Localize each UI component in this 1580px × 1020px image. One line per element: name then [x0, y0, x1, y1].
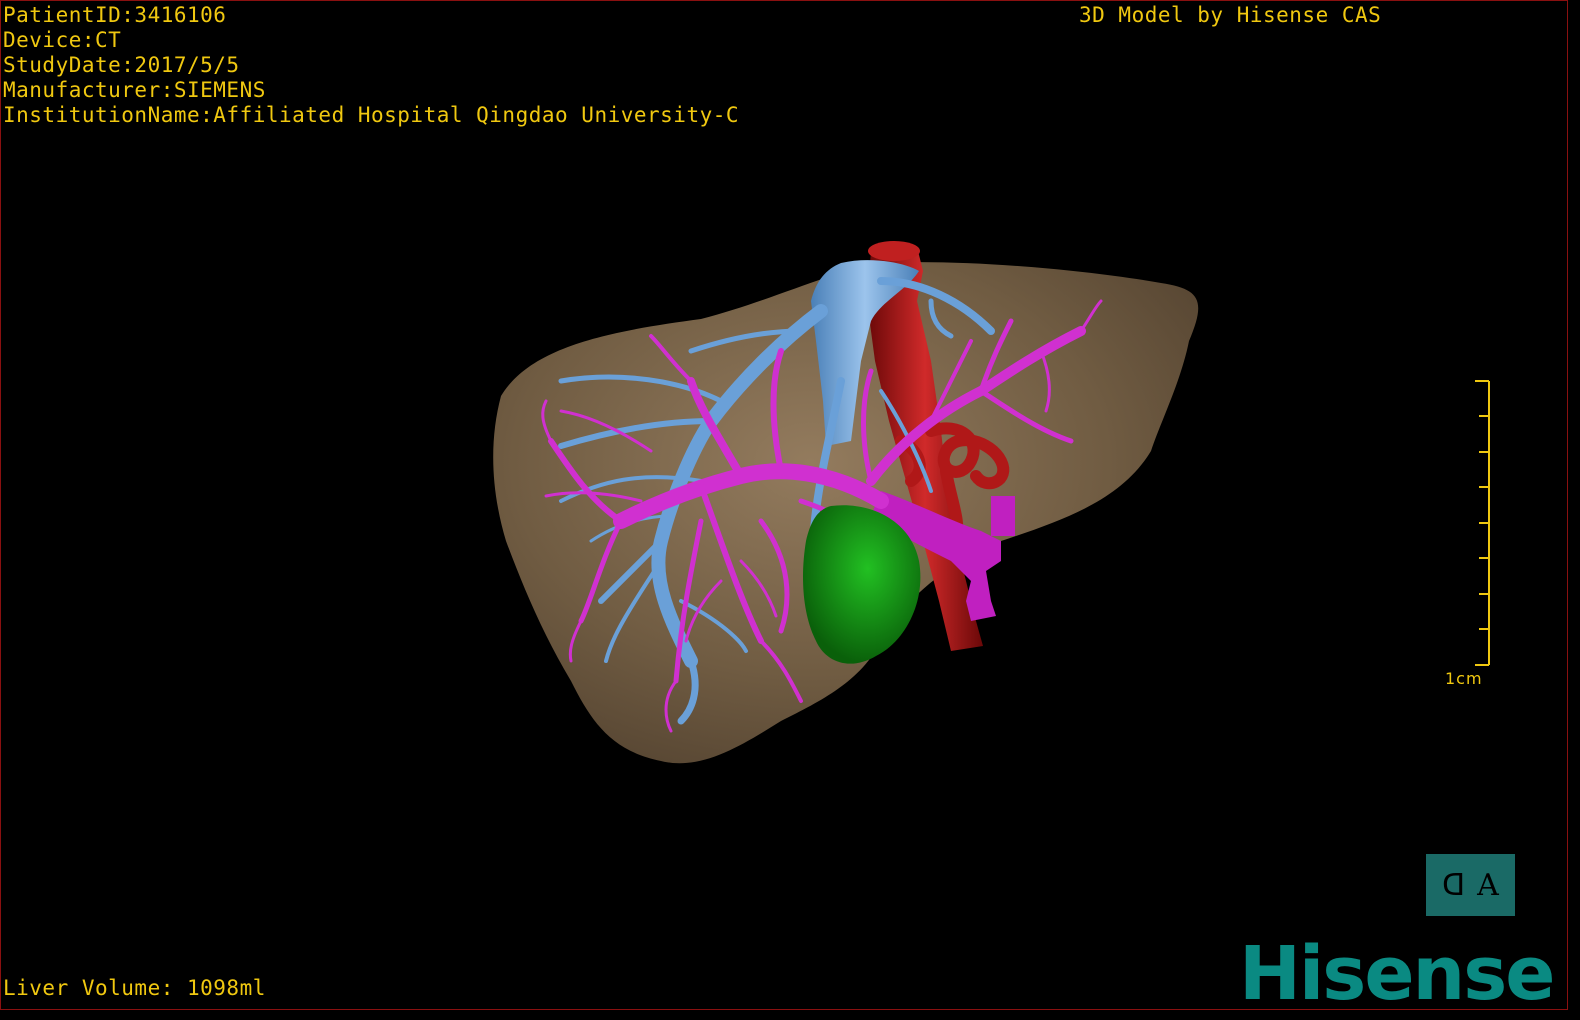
patient-id: PatientID:3416106	[3, 3, 227, 27]
brand-logo: Hisense	[1239, 931, 1555, 1010]
manufacturer: Manufacturer:SIEMENS	[3, 78, 266, 102]
scale-label: 1cm	[1445, 669, 1483, 688]
orientation-right-glyph: A	[1477, 867, 1499, 903]
portal-vein-stub	[991, 496, 1015, 536]
liver-3d-model[interactable]	[1, 1, 1567, 1009]
orientation-cube-icon[interactable]: ᗡ A	[1426, 854, 1515, 916]
liver-volume-readout: Liver Volume: 1098ml	[3, 976, 266, 1000]
study-date: StudyDate:2017/5/5	[3, 53, 240, 77]
institution-name: InstitutionName:Affiliated Hospital Qing…	[3, 103, 740, 127]
dicom-info-overlay: PatientID:3416106 Device:CT StudyDate:20…	[3, 3, 739, 128]
aorta-top	[868, 241, 920, 261]
orientation-left-glyph: ᗡ	[1442, 867, 1466, 903]
model-credit: 3D Model by Hisense CAS	[1079, 3, 1382, 27]
3d-viewport[interactable]: PatientID:3416106 Device:CT StudyDate:20…	[0, 0, 1568, 1010]
device: Device:CT	[3, 28, 122, 52]
scale-bar-icon	[1475, 380, 1490, 666]
